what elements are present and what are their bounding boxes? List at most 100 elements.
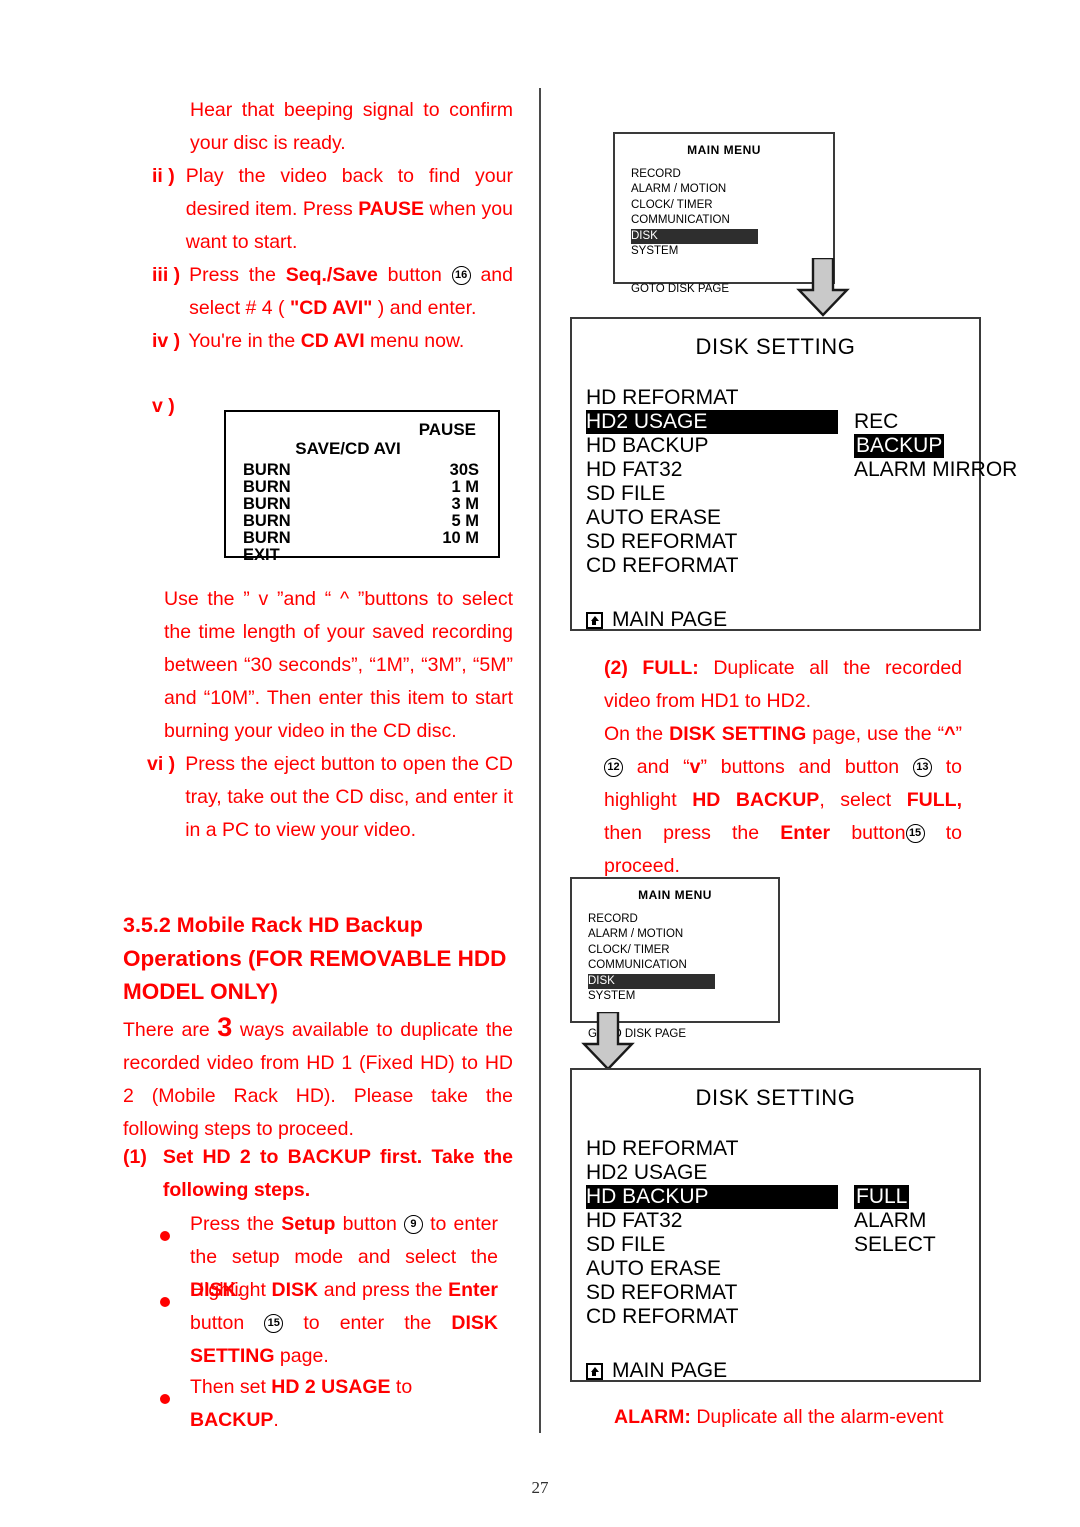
osd-burn-row[interactable]: BURN 5 M <box>243 513 479 530</box>
keyword-hd2-usage: HD 2 USAGE <box>271 1376 391 1398</box>
keyword-hd-backup: HD BACKUP <box>692 789 820 811</box>
osd-setting-row[interactable]: SD FILE <box>586 482 979 506</box>
osd-setting-row[interactable]: HD REFORMAT <box>586 386 979 410</box>
osd-menu-item[interactable]: CLOCK/ TIMER <box>631 198 833 214</box>
keyword-cd-avi: CD AVI <box>300 330 365 352</box>
osd-setting-row[interactable]: AUTO ERASE <box>586 1257 979 1281</box>
osd-setting-label: SD FILE <box>586 482 666 505</box>
osd-disk-setting-top: DISK SETTING HD REFORMAT HD2 USAGE REC HD B… <box>570 317 1017 631</box>
paragraph-three-ways: There are 3 ways available to duplicate … <box>123 1011 513 1146</box>
bullet-text: Then set HD 2 USAGE to BACKUP. <box>190 1371 498 1437</box>
text-run: Press the eject button to open the CD tr… <box>185 753 513 841</box>
osd-menu-item[interactable]: DISK <box>631 228 833 244</box>
osd-setting-value: SELECT <box>854 1233 936 1256</box>
paragraph-alarm: ALARM: Duplicate all the alarm-event <box>614 1401 962 1434</box>
osd-menu-item[interactable]: RECORD <box>588 912 778 928</box>
osd-menu-item[interactable]: RECORD <box>631 167 833 183</box>
text-run: , select <box>819 789 907 811</box>
osd-setting-row[interactable]: SD FILE SELECT <box>586 1233 979 1257</box>
list-text: Press the Seq./Save button 16 and select… <box>189 259 513 325</box>
bullet-item-highlight-disk: Highlight DISK and press the Enter butto… <box>160 1274 498 1373</box>
text-run: and “ <box>623 756 690 778</box>
paragraph-text: Use the ” v ”and “ ^ ”buttons to select … <box>164 588 513 742</box>
osd-main-page-label: MAIN PAGE <box>612 1359 728 1382</box>
osd-setting-row[interactable]: CD REFORMAT <box>586 1305 979 1329</box>
osd-menu-item[interactable]: COMMUNICATION <box>588 958 778 974</box>
osd-menu-item[interactable]: ALARM / MOTION <box>631 182 833 198</box>
osd-setting-label: CD REFORMAT <box>586 1305 739 1328</box>
osd-burn-value: 5 M <box>451 512 479 530</box>
osd-burn-row[interactable]: BURN 1 M <box>243 479 479 496</box>
text-run: to <box>390 1376 413 1398</box>
keyword-disk-setting: DISK SETTING <box>669 723 807 745</box>
osd-setting-row[interactable]: HD2 USAGE <box>586 1161 979 1185</box>
bullet-item-hd2-usage: Then set HD 2 USAGE to BACKUP. <box>160 1371 498 1437</box>
bullet-dot-icon <box>160 1274 170 1373</box>
osd-burn-value: 30S <box>449 461 479 479</box>
osd-setting-label: HD FAT32 <box>586 458 683 481</box>
osd-setting-row[interactable]: HD BACKUP FULL <box>586 1185 979 1209</box>
osd-burn-row[interactable]: EXIT <box>243 547 479 564</box>
text-run: page, use the “ <box>806 723 945 745</box>
osd-menu-list: RECORD ALARM / MOTION CLOCK/ TIMER COMMUNIC… <box>615 167 833 260</box>
osd-burn-label: BURN <box>243 495 291 513</box>
osd-setting-row[interactable]: AUTO ERASE <box>586 506 979 530</box>
osd-setting-label: HD FAT32 <box>586 1209 683 1232</box>
osd-burn-value: 3 M <box>451 495 479 513</box>
step-text: Set HD 2 to BACKUP first. Take the follo… <box>163 1141 513 1207</box>
osd-burn-label: BURN <box>243 461 291 479</box>
text-run: . <box>273 1409 279 1431</box>
osd-menu-item-label: CLOCK/ TIMER <box>588 943 670 956</box>
osd-setting-label: HD2 USAGE <box>586 410 838 434</box>
osd-setting-label: AUTO ERASE <box>586 1257 721 1280</box>
manual-page: Hear that beeping signal to confirm your… <box>0 0 1080 1527</box>
osd-setting-row[interactable]: HD2 USAGE REC <box>586 410 979 434</box>
osd-menu-item-label: ALARM / MOTION <box>588 928 684 940</box>
button-number-13: 13 <box>912 758 932 777</box>
osd-setting-row[interactable]: SD REFORMAT <box>586 1281 979 1305</box>
osd-burn-row[interactable]: BURN 10 M <box>243 530 479 547</box>
button-number-9: 9 <box>403 1215 423 1234</box>
keyword-full: FULL, <box>906 789 962 811</box>
osd-menu-item[interactable]: SYSTEM <box>588 989 778 1005</box>
osd-menu-item[interactable]: ALARM / MOTION <box>588 927 778 943</box>
osd-menu-item-label: COMMUNICATION <box>588 959 687 971</box>
bullet-dot-icon <box>160 1371 170 1437</box>
text-run: page. <box>274 1345 329 1367</box>
osd-setting-row[interactable]: HD BACKUP BACKUP <box>586 434 979 458</box>
osd-menu-item-label: SYSTEM <box>631 245 679 257</box>
osd-menu-item-label: COMMUNICATION <box>631 214 730 226</box>
osd-menu-item-label: DISK <box>588 973 715 989</box>
osd-setting-label: SD REFORMAT <box>586 1281 738 1304</box>
osd-burn-value: 1 M <box>451 478 479 496</box>
osd-title: MAIN MENU <box>687 143 761 157</box>
text-run: to enter the <box>283 1312 452 1334</box>
osd-menu-item[interactable]: COMMUNICATION <box>631 213 833 229</box>
step-marker: (1) <box>123 1146 147 1168</box>
list-text: Press the eject button to open the CD tr… <box>185 748 513 847</box>
list-item-iv: iv ) You're in the CD AVI menu now. <box>152 325 513 358</box>
osd-setting-row[interactable]: SD REFORMAT <box>586 530 979 554</box>
text-run: Duplicate all the alarm-event <box>690 1406 944 1428</box>
text-run: and press the <box>318 1279 449 1301</box>
osd-setting-row[interactable]: CD REFORMAT <box>586 554 979 578</box>
keyword-setup: Setup <box>281 1213 336 1235</box>
osd-setting-label: SD REFORMAT <box>586 530 738 553</box>
osd-burn-row[interactable]: BURN 3 M <box>243 496 479 513</box>
osd-setting-row[interactable]: HD REFORMAT <box>586 1137 979 1161</box>
list-item-v-marker: v ) <box>152 390 212 423</box>
osd-setting-label: AUTO ERASE <box>586 506 721 529</box>
step-1: (1) Set HD 2 to BACKUP first. Take the f… <box>123 1141 513 1207</box>
osd-setting-value: BACKUP <box>854 434 945 458</box>
osd-menu-item[interactable]: DISK <box>588 973 778 989</box>
list-item-ii: ii ) Play the video back to find your de… <box>152 160 513 259</box>
osd-menu-item-label: SYSTEM <box>588 990 636 1002</box>
page-number: 27 <box>531 1478 549 1497</box>
osd-subtitle: SAVE/CD AVI <box>295 439 401 458</box>
osd-setting-row[interactable]: HD FAT32 ALARM MIRROR <box>586 458 1017 482</box>
osd-burn-row[interactable]: BURN 30S <box>243 462 479 479</box>
osd-menu-item[interactable]: CLOCK/ TIMER <box>588 943 778 959</box>
text-run: button <box>830 822 906 844</box>
paragraph-on-disk-setting: On the DISK SETTING page, use the “^” 12… <box>604 718 962 883</box>
osd-setting-row[interactable]: HD FAT32 ALARM <box>586 1209 979 1233</box>
